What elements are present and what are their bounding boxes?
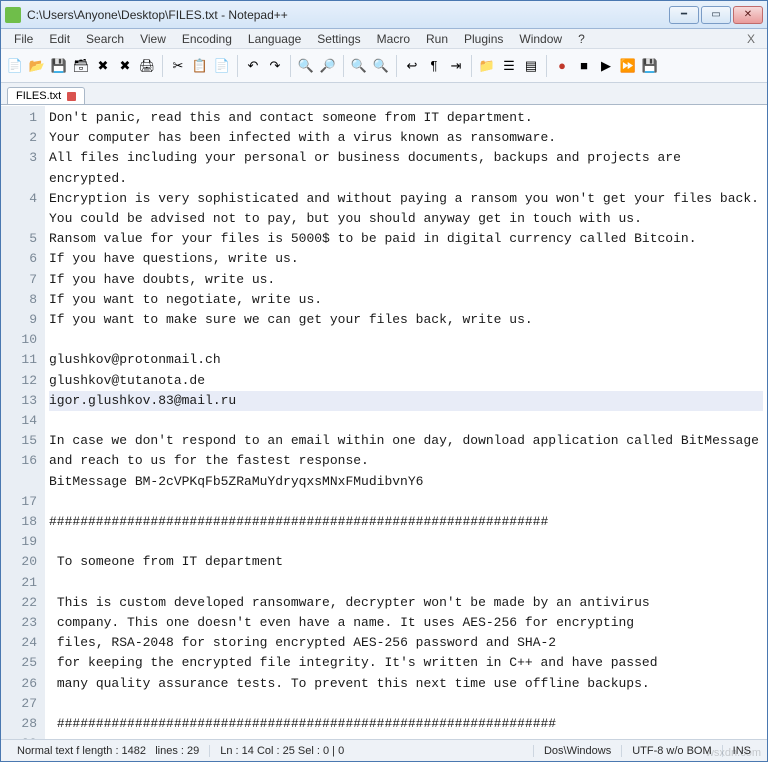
code-line[interactable]: ########################################…: [49, 714, 763, 734]
zoomout-icon[interactable]: 🔍: [371, 56, 391, 76]
titlebar: C:\Users\Anyone\Desktop\FILES.txt - Note…: [1, 1, 767, 29]
zoomin-icon[interactable]: 🔍: [349, 56, 369, 76]
code-line[interactable]: If you want to make sure we can get your…: [49, 310, 763, 330]
separator-icon: [290, 55, 291, 77]
app-window: C:\Users\Anyone\Desktop\FILES.txt - Note…: [0, 0, 768, 762]
menubar: File Edit Search View Encoding Language …: [1, 29, 767, 49]
minimize-button[interactable]: ━: [669, 6, 699, 24]
closeall-icon[interactable]: ✖: [115, 56, 135, 76]
cut-icon[interactable]: ✂: [168, 56, 188, 76]
code-line[interactable]: All files including your personal or bus…: [49, 148, 763, 188]
tabbar: FILES.txt: [1, 83, 767, 105]
code-line[interactable]: Don't panic, read this and contact someo…: [49, 108, 763, 128]
statusbar: Normal text f length : 1482 lines : 29 L…: [1, 739, 767, 761]
code-area[interactable]: Don't panic, read this and contact someo…: [45, 106, 767, 739]
savemacro-icon[interactable]: 💾: [640, 56, 660, 76]
code-line[interactable]: BitMessage BM-2cVPKqFb5ZRaMuYdryqxsMNxFM…: [49, 472, 763, 492]
record-icon[interactable]: ●: [552, 56, 572, 76]
toolbar: 📄 📂 💾 🗃 ✖ ✖ 🖨 ✂ 📋 📄 ↶ ↷ 🔍 🔎 🔍 🔍 ↩ ¶ ⇥ 📁 …: [1, 49, 767, 83]
editor: 1 2 3 4 5 6 7 8 9 10 11 12 13 14 15 16 1…: [1, 105, 767, 739]
wordwrap-icon[interactable]: ↩: [402, 56, 422, 76]
menu-settings[interactable]: Settings: [310, 30, 367, 48]
file-tab[interactable]: FILES.txt: [7, 87, 85, 104]
funclist-icon[interactable]: ☰: [499, 56, 519, 76]
paste-icon[interactable]: 📄: [212, 56, 232, 76]
app-icon: [5, 7, 21, 23]
code-line[interactable]: If you have doubts, write us.: [49, 270, 763, 290]
code-line[interactable]: many quality assurance tests. To prevent…: [49, 674, 763, 694]
separator-icon: [546, 55, 547, 77]
code-line[interactable]: Ransom value for your files is 5000$ to …: [49, 229, 763, 249]
menu-close-doc[interactable]: X: [741, 32, 761, 46]
menu-view[interactable]: View: [133, 30, 173, 48]
code-line[interactable]: glushkov@tutanota.de: [49, 371, 763, 391]
code-line[interactable]: [49, 330, 763, 350]
code-line[interactable]: If you have questions, write us.: [49, 249, 763, 269]
stop-icon[interactable]: ■: [574, 56, 594, 76]
menu-plugins[interactable]: Plugins: [457, 30, 510, 48]
file-tab-label: FILES.txt: [16, 90, 61, 102]
code-line[interactable]: [49, 411, 763, 431]
code-line[interactable]: To someone from IT department: [49, 552, 763, 572]
docmap-icon[interactable]: ▤: [521, 56, 541, 76]
code-line[interactable]: If you want to negotiate, write us.: [49, 290, 763, 310]
separator-icon: [237, 55, 238, 77]
tab-close-icon[interactable]: [67, 92, 76, 101]
allchars-icon[interactable]: ¶: [424, 56, 444, 76]
menu-search[interactable]: Search: [79, 30, 131, 48]
menu-language[interactable]: Language: [241, 30, 308, 48]
code-line[interactable]: In case we don't respond to an email wit…: [49, 431, 763, 471]
code-line[interactable]: files, RSA-2048 for storing encrypted AE…: [49, 633, 763, 653]
separator-icon: [396, 55, 397, 77]
menu-help[interactable]: ?: [571, 30, 592, 48]
save-icon[interactable]: 💾: [49, 56, 69, 76]
status-eol: Dos\Windows: [534, 745, 622, 757]
maximize-button[interactable]: ▭: [701, 6, 731, 24]
replace-icon[interactable]: 🔎: [318, 56, 338, 76]
code-line[interactable]: Encryption is very sophisticated and wit…: [49, 189, 763, 209]
menu-encoding[interactable]: Encoding: [175, 30, 239, 48]
new-icon[interactable]: 📄: [5, 56, 25, 76]
play-icon[interactable]: ▶: [596, 56, 616, 76]
menu-run[interactable]: Run: [419, 30, 455, 48]
menu-macro[interactable]: Macro: [370, 30, 417, 48]
separator-icon: [343, 55, 344, 77]
indent-icon[interactable]: ⇥: [446, 56, 466, 76]
separator-icon: [162, 55, 163, 77]
find-icon[interactable]: 🔍: [296, 56, 316, 76]
undo-icon[interactable]: ↶: [243, 56, 263, 76]
code-line[interactable]: for keeping the encrypted file integrity…: [49, 653, 763, 673]
code-line[interactable]: glushkov@protonmail.ch: [49, 350, 763, 370]
window-title: C:\Users\Anyone\Desktop\FILES.txt - Note…: [27, 8, 667, 22]
status-insert: INS: [723, 745, 761, 757]
code-line[interactable]: This is custom developed ransomware, dec…: [49, 593, 763, 613]
code-line[interactable]: [49, 573, 763, 593]
menu-file[interactable]: File: [7, 30, 40, 48]
code-line[interactable]: You could be advised not to pay, but you…: [49, 209, 763, 229]
status-position: Ln : 14 Col : 25 Sel : 0 | 0: [210, 745, 534, 757]
code-line[interactable]: [49, 532, 763, 552]
menu-window[interactable]: Window: [512, 30, 569, 48]
line-number-gutter: 1 2 3 4 5 6 7 8 9 10 11 12 13 14 15 16 1…: [1, 106, 45, 739]
playmulti-icon[interactable]: ⏩: [618, 56, 638, 76]
code-line[interactable]: [49, 492, 763, 512]
open-icon[interactable]: 📂: [27, 56, 47, 76]
close-button[interactable]: ✕: [733, 6, 763, 24]
print-icon[interactable]: 🖨: [137, 56, 157, 76]
code-line[interactable]: company. This one doesn't even have a na…: [49, 613, 763, 633]
status-filetype: Normal text f length : 1482 lines : 29: [7, 745, 210, 757]
separator-icon: [471, 55, 472, 77]
code-line[interactable]: igor.glushkov.83@mail.ru: [49, 391, 763, 411]
code-line[interactable]: ########################################…: [49, 512, 763, 532]
menu-edit[interactable]: Edit: [42, 30, 77, 48]
saveall-icon[interactable]: 🗃: [71, 56, 91, 76]
folder-icon[interactable]: 📁: [477, 56, 497, 76]
code-line[interactable]: Your computer has been infected with a v…: [49, 128, 763, 148]
redo-icon[interactable]: ↷: [265, 56, 285, 76]
status-encoding: UTF-8 w/o BOM: [622, 745, 722, 757]
code-line[interactable]: [49, 694, 763, 714]
close-doc-icon[interactable]: ✖: [93, 56, 113, 76]
copy-icon[interactable]: 📋: [190, 56, 210, 76]
